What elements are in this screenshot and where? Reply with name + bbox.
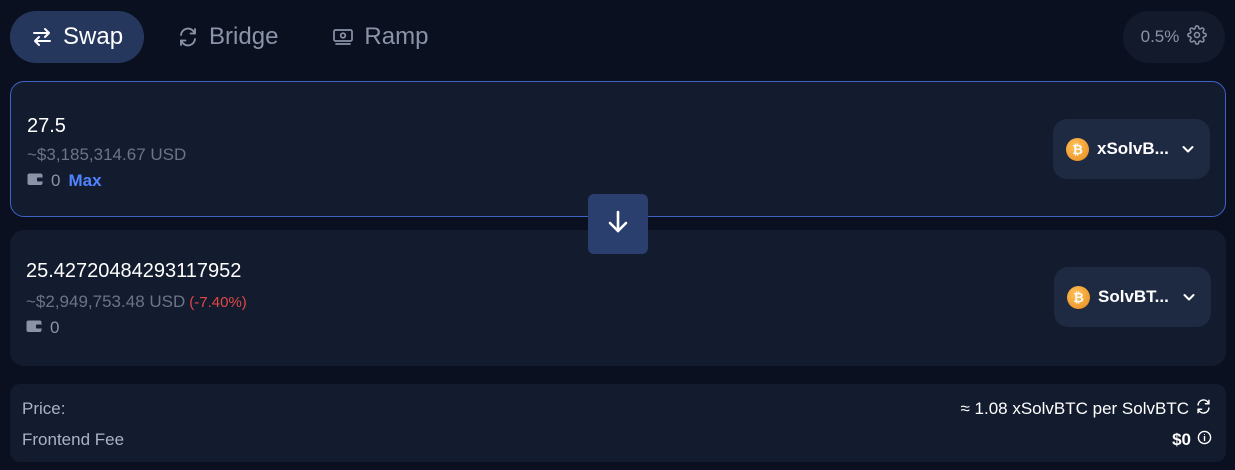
to-balance-value: 0	[50, 318, 60, 337]
fee-value: $0	[1172, 430, 1212, 450]
bridge-cycle-icon	[177, 26, 199, 48]
tab-bridge[interactable]: Bridge	[156, 11, 299, 63]
tab-ramp-label: Ramp	[364, 23, 429, 50]
max-button[interactable]: Max	[68, 171, 101, 191]
from-balance: 0 Max	[27, 171, 102, 191]
bitcoin-coin-icon: ₿	[1066, 137, 1089, 161]
to-token-name: SolvBT...	[1098, 287, 1169, 306]
mode-tabs: Swap Bridge Ramp	[10, 11, 449, 63]
price-impact: (-7.40%)	[189, 294, 247, 311]
chevron-down-icon	[1180, 141, 1196, 157]
tab-bridge-label: Bridge	[209, 23, 279, 50]
swap-info: Price: ≈ 1.08 xSolvBTC per SolvBTC Front…	[10, 384, 1226, 462]
refresh-icon[interactable]	[1195, 398, 1212, 420]
from-token-name: xSolvB...	[1097, 139, 1169, 158]
bitcoin-coin-icon: ₿	[1067, 285, 1090, 309]
from-usd-value: ~$3,185,314.67 USD	[27, 145, 187, 164]
slippage-value: 0.5%	[1140, 27, 1180, 46]
price-row: Price: ≈ 1.08 xSolvBTC per SolvBTC	[22, 398, 1212, 420]
tab-swap[interactable]: Swap	[10, 11, 145, 63]
to-token-selector[interactable]: ₿ SolvBT...	[1054, 267, 1211, 327]
tab-swap-label: Swap	[63, 23, 124, 50]
price-rate: ≈ 1.08 xSolvBTC per SolvBTC	[960, 399, 1189, 418]
arrow-down-icon	[605, 209, 631, 240]
from-amount-input[interactable]: 27.5	[27, 115, 66, 138]
info-icon[interactable]	[1197, 430, 1212, 450]
to-usd-value: ~$2,949,753.48 USD (-7.40%)	[26, 292, 247, 312]
gear-icon	[1187, 24, 1208, 50]
swap-widget: Swap Bridge Ramp 0.5% 27.5 ~$3,185,314.6…	[0, 0, 1235, 470]
to-balance: 0	[26, 318, 59, 338]
chevron-down-icon	[1181, 289, 1197, 305]
wallet-icon	[26, 318, 42, 338]
fee-label: Frontend Fee	[22, 430, 125, 449]
from-balance-value: 0	[51, 171, 61, 190]
fee-amount: $0	[1172, 430, 1191, 449]
tab-ramp[interactable]: Ramp	[311, 11, 449, 63]
fee-row: Frontend Fee $0	[22, 430, 1212, 450]
price-label: Price:	[22, 399, 66, 418]
wallet-icon	[27, 171, 43, 191]
cash-icon	[332, 26, 354, 48]
swap-arrows-icon	[31, 26, 53, 48]
slippage-settings-button[interactable]: 0.5%	[1123, 11, 1225, 63]
price-value: ≈ 1.08 xSolvBTC per SolvBTC	[960, 398, 1212, 420]
to-amount-output: 25.42720484293117952	[26, 260, 242, 282]
to-usd-amount: ~$2,949,753.48 USD	[26, 292, 186, 311]
switch-direction-button[interactable]	[588, 194, 648, 254]
from-token-selector[interactable]: ₿ xSolvB...	[1053, 119, 1210, 179]
